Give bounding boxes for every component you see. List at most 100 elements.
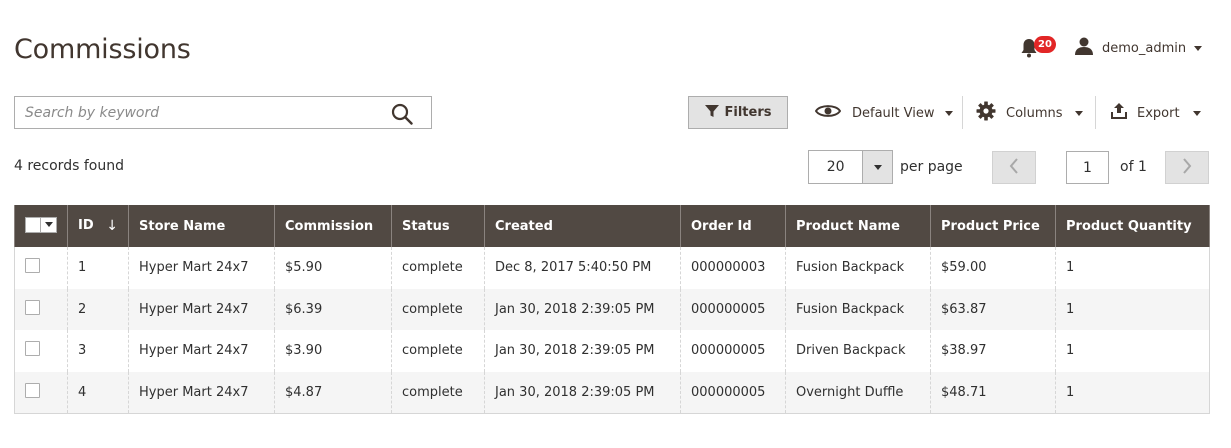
table-row[interactable]: 1 Hyper Mart 24x7 $5.90 complete Dec 8, … (14, 247, 1210, 289)
cell-commission: $6.39 (274, 288, 392, 330)
cell-created: Jan 30, 2018 2:39:05 PM (484, 330, 681, 372)
notification-count-badge[interactable]: 20 (1034, 36, 1056, 53)
row-checkbox[interactable] (25, 382, 40, 398)
commissions-table: ID ↓ Store Name Commission Status Create… (14, 205, 1210, 414)
chevron-right-icon (1182, 157, 1192, 178)
cell-order-id: 000000005 (680, 371, 786, 413)
column-header-product-name[interactable]: Product Name (785, 205, 931, 247)
cell-product-quantity: 1 (1055, 247, 1210, 289)
table-row[interactable]: 2 Hyper Mart 24x7 $6.39 complete Jan 30,… (14, 288, 1210, 330)
per-page-dropdown-button[interactable] (862, 151, 892, 183)
export-label: Export (1137, 105, 1180, 121)
chevron-down-icon (945, 110, 954, 116)
user-icon (1074, 37, 1094, 59)
row-select-cell (14, 288, 68, 330)
page-title: Commissions (14, 34, 191, 65)
user-name: demo_admin (1102, 40, 1187, 56)
cell-store-name: Hyper Mart 24x7 (128, 288, 275, 330)
table-row[interactable]: 4 Hyper Mart 24x7 $4.87 complete Jan 30,… (14, 371, 1210, 413)
export-selector[interactable]: Export (1110, 100, 1201, 126)
toolbar-divider (962, 96, 963, 129)
cell-product-quantity: 1 (1055, 288, 1210, 330)
cell-commission: $5.90 (274, 247, 392, 289)
mass-select-checkbox[interactable] (25, 216, 57, 233)
cell-status: complete (391, 330, 485, 372)
sort-arrow-icon: ↓ (106, 218, 118, 234)
cell-store-name: Hyper Mart 24x7 (128, 330, 275, 372)
search-icon[interactable] (391, 103, 413, 125)
cell-product-price: $63.87 (930, 288, 1056, 330)
cell-id: 1 (67, 247, 129, 289)
cell-id: 2 (67, 288, 129, 330)
chevron-down-icon (873, 164, 882, 170)
per-page-label: per page (900, 159, 963, 175)
column-header-id[interactable]: ID ↓ (67, 205, 129, 247)
cell-status: complete (391, 247, 485, 289)
cell-status: complete (391, 371, 485, 413)
cell-id: 4 (67, 371, 129, 413)
chevron-down-icon (1074, 110, 1083, 116)
cell-created: Dec 8, 2017 5:40:50 PM (484, 247, 681, 289)
page-number-input[interactable] (1066, 151, 1109, 184)
select-all-box[interactable] (26, 217, 40, 232)
cell-order-id: 000000003 (680, 247, 786, 289)
toolbar-divider (1095, 96, 1096, 129)
column-header-product-quantity[interactable]: Product Quantity (1055, 205, 1210, 247)
eye-icon (814, 103, 842, 123)
cell-store-name: Hyper Mart 24x7 (128, 371, 275, 413)
table-row[interactable]: 3 Hyper Mart 24x7 $3.90 complete Jan 30,… (14, 330, 1210, 372)
filter-icon (704, 104, 719, 122)
cell-product-price: $59.00 (930, 247, 1056, 289)
next-page-button[interactable] (1165, 151, 1209, 184)
cell-product-price: $48.71 (930, 371, 1056, 413)
per-page-value: 20 (826, 159, 845, 175)
row-checkbox[interactable] (25, 341, 40, 357)
user-account-menu[interactable]: demo_admin (1074, 37, 1203, 59)
column-header-order-id[interactable]: Order Id (680, 205, 786, 247)
columns-label: Columns (1006, 105, 1063, 121)
chevron-down-icon (1194, 45, 1203, 51)
filters-button[interactable]: Filters (688, 96, 788, 129)
records-count: 4 records found (14, 158, 124, 174)
column-header-product-price[interactable]: Product Price (930, 205, 1056, 247)
columns-selector[interactable]: Columns (976, 100, 1083, 126)
cell-status: complete (391, 288, 485, 330)
cell-product-name: Fusion Backpack (785, 288, 931, 330)
cell-created: Jan 30, 2018 2:39:05 PM (484, 288, 681, 330)
view-label: Default View (852, 105, 935, 121)
column-header-store-name[interactable]: Store Name (128, 205, 275, 247)
cell-store-name: Hyper Mart 24x7 (128, 247, 275, 289)
column-header-created[interactable]: Created (484, 205, 681, 247)
chevron-down-icon[interactable] (40, 217, 56, 232)
filters-label: Filters (724, 105, 772, 120)
row-select-cell (14, 371, 68, 413)
table-header-row: ID ↓ Store Name Commission Status Create… (14, 205, 1210, 247)
row-select-cell (14, 330, 68, 372)
cell-product-quantity: 1 (1055, 371, 1210, 413)
cell-commission: $4.87 (274, 371, 392, 413)
gear-icon (976, 101, 996, 125)
chevron-left-icon (1009, 157, 1019, 178)
cell-commission: $3.90 (274, 330, 392, 372)
cell-created: Jan 30, 2018 2:39:05 PM (484, 371, 681, 413)
upload-icon (1110, 102, 1128, 124)
column-header-commission[interactable]: Commission (274, 205, 392, 247)
mass-action-header (14, 205, 68, 247)
cell-product-name: Overnight Duffle (785, 371, 931, 413)
cell-product-name: Driven Backpack (785, 330, 931, 372)
cell-order-id: 000000005 (680, 288, 786, 330)
row-select-cell (14, 247, 68, 289)
cell-product-name: Fusion Backpack (785, 247, 931, 289)
keyword-search (14, 96, 432, 129)
search-input[interactable] (15, 97, 431, 128)
row-checkbox[interactable] (25, 258, 40, 274)
cell-order-id: 000000005 (680, 330, 786, 372)
previous-page-button[interactable] (992, 151, 1036, 184)
view-selector[interactable]: Default View (814, 100, 954, 126)
cell-product-quantity: 1 (1055, 330, 1210, 372)
chevron-down-icon (1192, 110, 1201, 116)
column-header-status[interactable]: Status (391, 205, 485, 247)
cell-product-price: $38.97 (930, 330, 1056, 372)
row-checkbox[interactable] (25, 299, 40, 315)
per-page-select[interactable]: 20 (808, 150, 893, 184)
